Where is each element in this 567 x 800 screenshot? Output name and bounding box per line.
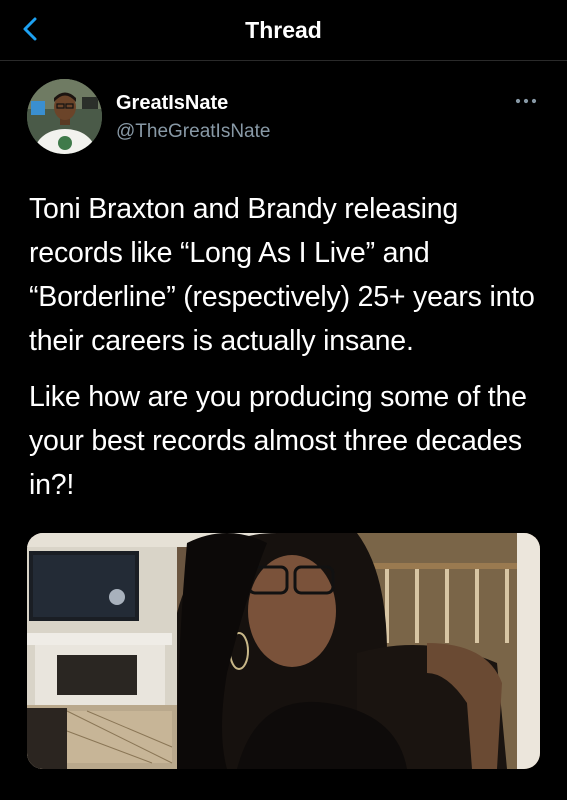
tweet-paragraph: Like how are you producing some of the y…	[29, 381, 527, 501]
nav-bar: Thread	[0, 0, 567, 61]
tweet-header: GreatIsNate @TheGreatIsNate	[0, 61, 567, 171]
page-title: Thread	[245, 17, 322, 43]
tweet-text: Toni Braxton and Brandy releasing record…	[29, 187, 549, 519]
tweet-media-image[interactable]	[27, 533, 540, 769]
author-display-name[interactable]: GreatIsNate	[116, 92, 228, 115]
author-handle[interactable]: @TheGreatIsNate	[116, 121, 270, 143]
more-horizontal-icon	[515, 98, 537, 104]
avatar[interactable]	[27, 79, 102, 154]
tweet-paragraph: Toni Braxton and Brandy releasing record…	[29, 193, 535, 357]
more-options-button[interactable]	[508, 91, 544, 111]
